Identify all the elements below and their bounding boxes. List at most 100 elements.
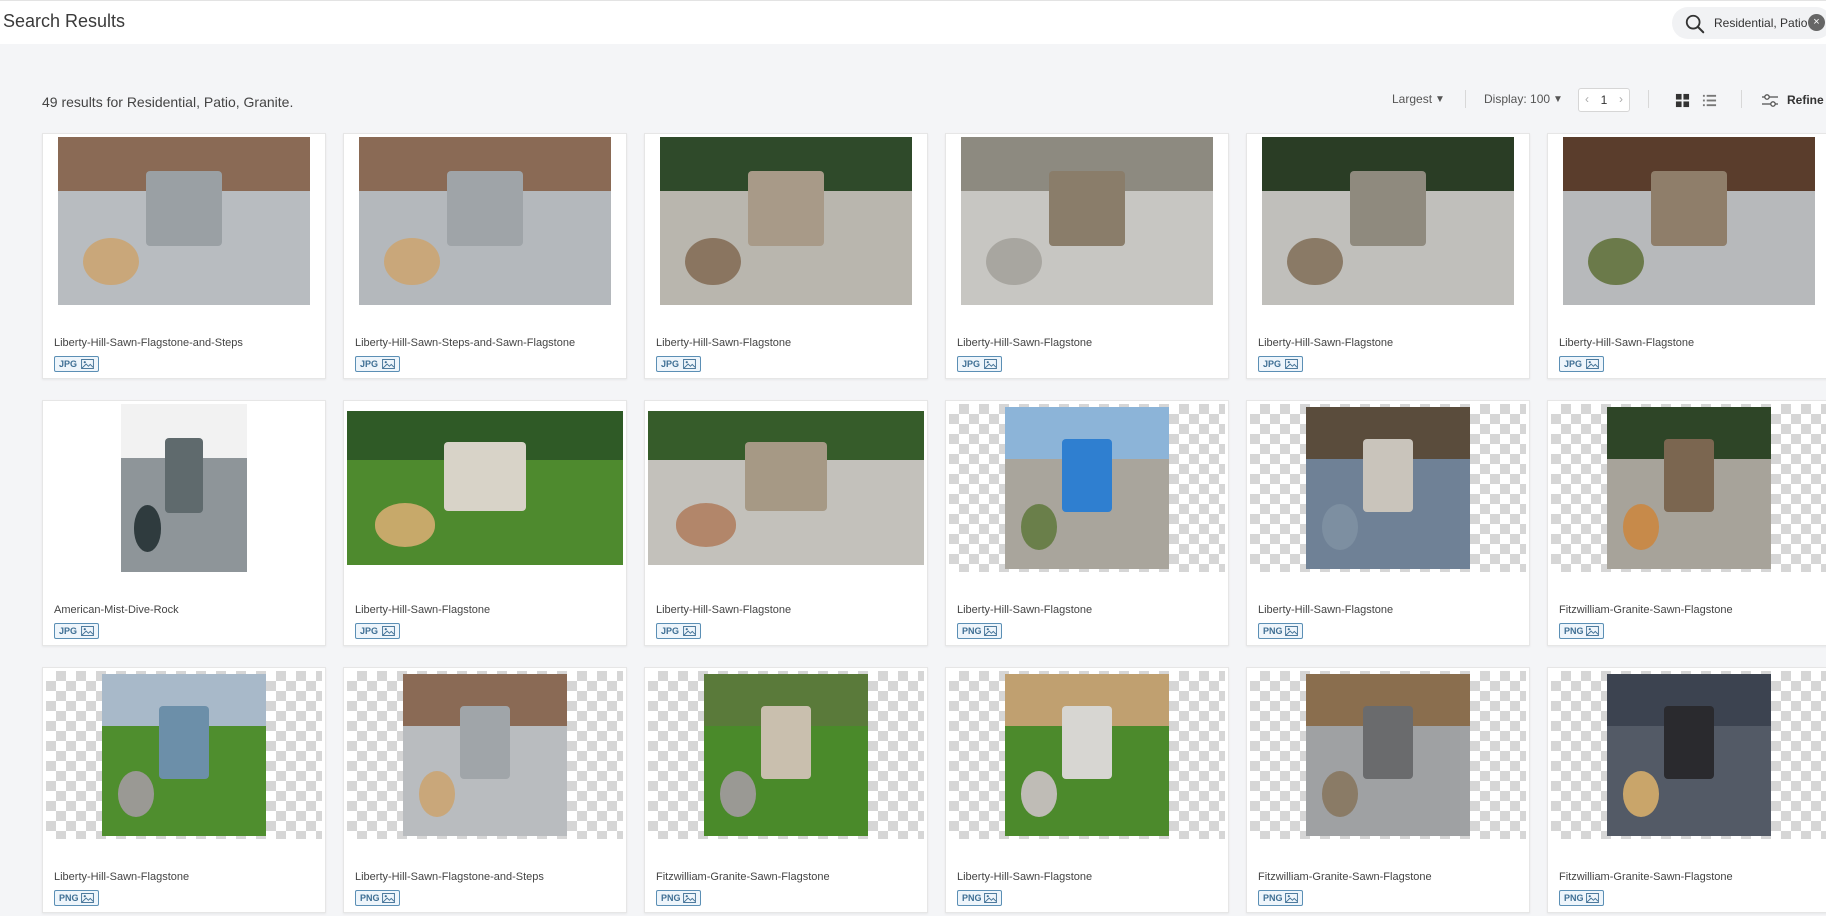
asset-card[interactable]: Liberty-Hill-Sawn-Steps-and-Sawn-Flagsto… [343, 133, 627, 379]
asset-card[interactable]: Liberty-Hill-Sawn-Flagstone PNG [1246, 400, 1530, 646]
format-badge: PNG [957, 890, 1002, 906]
toolbar-divider [1465, 90, 1466, 108]
asset-thumbnail[interactable] [1250, 671, 1526, 839]
sort-dropdown[interactable]: Largest ▼ [1392, 92, 1445, 106]
asset-name[interactable]: American-Mist-Dive-Rock [54, 604, 179, 616]
asset-thumbnail[interactable] [648, 671, 924, 839]
asset-name[interactable]: Fitzwilliam-Granite-Sawn-Flagstone [1559, 871, 1733, 883]
asset-card[interactable]: Liberty-Hill-Sawn-Flagstone JPG [644, 400, 928, 646]
grid-view-icon[interactable] [1675, 93, 1690, 108]
format-label: JPG [1263, 359, 1282, 369]
asset-name[interactable]: Fitzwilliam-Granite-Sawn-Flagstone [1258, 871, 1432, 883]
asset-name[interactable]: Liberty-Hill-Sawn-Flagstone-and-Steps [54, 337, 243, 349]
image-file-icon [382, 626, 395, 636]
asset-card[interactable]: Fitzwilliam-Granite-Sawn-Flagstone PNG [1547, 667, 1826, 913]
format-label: PNG [1564, 893, 1584, 903]
asset-thumbnail[interactable] [1551, 137, 1826, 305]
next-page-icon[interactable]: › [1619, 92, 1623, 106]
asset-thumbnail[interactable] [1551, 404, 1826, 572]
asset-name[interactable]: Liberty-Hill-Sawn-Flagstone [656, 337, 791, 349]
asset-name[interactable]: Liberty-Hill-Sawn-Flagstone [957, 604, 1092, 616]
asset-name[interactable]: Liberty-Hill-Sawn-Flagstone [1258, 337, 1393, 349]
format-label: PNG [661, 893, 681, 903]
clear-search-icon[interactable]: × [1808, 14, 1825, 31]
asset-thumbnail[interactable] [46, 137, 322, 305]
asset-thumbnail[interactable] [949, 671, 1225, 839]
asset-card[interactable]: Fitzwilliam-Granite-Sawn-Flagstone PNG [1547, 400, 1826, 646]
refine-sliders-icon[interactable] [1761, 92, 1779, 110]
image-file-icon [382, 893, 395, 903]
asset-name[interactable]: Liberty-Hill-Sawn-Flagstone [355, 604, 490, 616]
asset-card[interactable]: Fitzwilliam-Granite-Sawn-Flagstone PNG [644, 667, 928, 913]
asset-name[interactable]: Liberty-Hill-Sawn-Flagstone [54, 871, 189, 883]
search-box[interactable]: Residential, Patio × [1672, 7, 1826, 39]
image-file-icon [81, 626, 94, 636]
format-label: JPG [1564, 359, 1583, 369]
asset-card[interactable]: Liberty-Hill-Sawn-Flagstone JPG [343, 400, 627, 646]
list-view-icon[interactable] [1702, 93, 1717, 108]
search-icon[interactable] [1684, 13, 1706, 35]
asset-card[interactable]: Liberty-Hill-Sawn-Flagstone-and-Steps PNG [343, 667, 627, 913]
display-label: Display: 100 [1484, 92, 1551, 106]
image-file-icon [81, 359, 94, 369]
asset-thumbnail[interactable] [347, 137, 623, 305]
format-badge: PNG [355, 890, 400, 906]
asset-card[interactable]: Liberty-Hill-Sawn-Flagstone-and-Steps JPG [42, 133, 326, 379]
asset-thumbnail[interactable] [949, 404, 1225, 572]
asset-card[interactable]: Fitzwilliam-Granite-Sawn-Flagstone PNG [1246, 667, 1530, 913]
format-badge: PNG [957, 623, 1002, 639]
asset-card[interactable]: Liberty-Hill-Sawn-Flagstone PNG [945, 400, 1229, 646]
asset-name[interactable]: Fitzwilliam-Granite-Sawn-Flagstone [656, 871, 830, 883]
asset-photo [704, 674, 868, 836]
asset-photo [1005, 674, 1169, 836]
asset-name[interactable]: Liberty-Hill-Sawn-Flagstone [1559, 337, 1694, 349]
asset-card[interactable]: Liberty-Hill-Sawn-Flagstone PNG [42, 667, 326, 913]
format-badge: PNG [1559, 623, 1604, 639]
image-file-icon [984, 626, 997, 636]
asset-card[interactable]: Liberty-Hill-Sawn-Flagstone JPG [1246, 133, 1530, 379]
asset-photo [1607, 674, 1771, 836]
format-label: JPG [661, 626, 680, 636]
search-query-text[interactable]: Residential, Patio [1714, 16, 1807, 30]
asset-thumbnail[interactable] [1250, 404, 1526, 572]
asset-photo [660, 137, 912, 305]
image-file-icon [984, 893, 997, 903]
asset-name[interactable]: Liberty-Hill-Sawn-Flagstone-and-Steps [355, 871, 544, 883]
asset-name[interactable]: Fitzwilliam-Granite-Sawn-Flagstone [1559, 604, 1733, 616]
asset-name[interactable]: Liberty-Hill-Sawn-Flagstone [957, 337, 1092, 349]
asset-thumbnail[interactable] [347, 404, 623, 572]
format-badge: JPG [1258, 356, 1303, 372]
asset-thumbnail[interactable] [1551, 671, 1826, 839]
asset-thumbnail[interactable] [1250, 137, 1526, 305]
asset-thumbnail[interactable] [949, 137, 1225, 305]
asset-card[interactable]: American-Mist-Dive-Rock JPG [42, 400, 326, 646]
results-toolbar: Largest ▼ Display: 100 ▼ ‹ 1 › Refine [0, 88, 1826, 114]
asset-name[interactable]: Liberty-Hill-Sawn-Flagstone [1258, 604, 1393, 616]
asset-card[interactable]: Liberty-Hill-Sawn-Flagstone PNG [945, 667, 1229, 913]
format-badge: JPG [1559, 356, 1604, 372]
asset-thumbnail[interactable] [347, 671, 623, 839]
asset-name[interactable]: Liberty-Hill-Sawn-Steps-and-Sawn-Flagsto… [355, 337, 575, 349]
format-badge: PNG [1559, 890, 1604, 906]
asset-thumbnail[interactable] [46, 671, 322, 839]
format-badge: PNG [1258, 890, 1303, 906]
asset-thumbnail[interactable] [648, 137, 924, 305]
asset-card[interactable]: Liberty-Hill-Sawn-Flagstone JPG [1547, 133, 1826, 379]
asset-card[interactable]: Liberty-Hill-Sawn-Flagstone JPG [945, 133, 1229, 379]
asset-photo [961, 137, 1213, 305]
asset-name[interactable]: Liberty-Hill-Sawn-Flagstone [957, 871, 1092, 883]
format-label: JPG [360, 626, 379, 636]
image-file-icon [1586, 893, 1599, 903]
toolbar-divider [1648, 90, 1649, 108]
asset-photo [1306, 407, 1470, 569]
asset-thumbnail[interactable] [648, 404, 924, 572]
display-count-dropdown[interactable]: Display: 100 ▼ [1484, 92, 1563, 106]
format-label: JPG [661, 359, 680, 369]
format-badge: JPG [656, 623, 701, 639]
asset-card[interactable]: Liberty-Hill-Sawn-Flagstone JPG [644, 133, 928, 379]
asset-name[interactable]: Liberty-Hill-Sawn-Flagstone [656, 604, 791, 616]
refine-button[interactable]: Refine [1787, 93, 1824, 107]
image-file-icon [984, 359, 997, 369]
asset-thumbnail[interactable] [46, 404, 322, 572]
image-file-icon [683, 893, 696, 903]
